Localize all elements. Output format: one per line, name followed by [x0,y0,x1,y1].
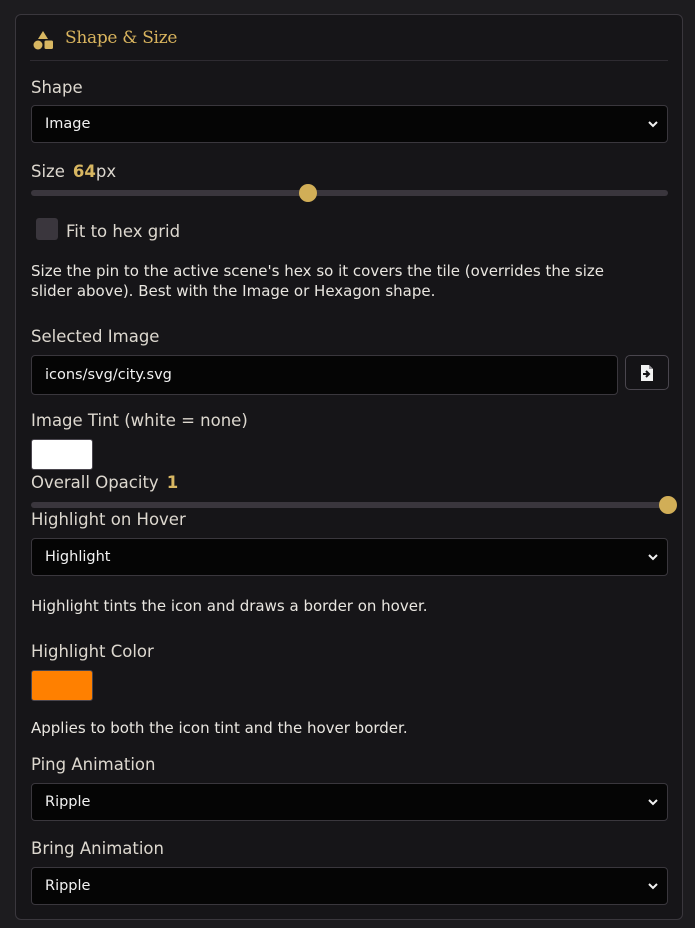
highlight-color-help: Applies to both the icon tint and the ho… [31,719,408,737]
fit-hex-help: Size the pin to the active scene's hex s… [31,261,661,301]
opacity-label-text: Overall Opacity [31,473,159,492]
opacity-label: Overall Opacity 1 [31,473,178,492]
hover-help: Highlight tints the icon and draws a bor… [31,597,428,615]
file-picker-button[interactable] [625,355,669,390]
chevron-down-icon [648,121,658,128]
opacity-value: 1 [166,473,179,492]
highlight-color-label: Highlight Color [31,642,154,661]
shape-size-panel: Shape & Size Shape Image Size 64px Fit to… [15,14,683,920]
ping-animation-value: Ripple [45,794,91,810]
selected-image-label: Selected Image [31,327,160,346]
size-slider-thumb[interactable] [299,184,318,202]
selected-image-input[interactable]: icons/svg/city.svg [31,355,618,395]
bring-animation-label: Bring Animation [31,839,164,858]
chevron-down-icon [648,799,658,806]
hover-select-value: Highlight [45,549,111,565]
size-slider[interactable] [31,183,668,203]
bring-animation-select[interactable]: Ripple [31,867,668,905]
highlight-color-swatch[interactable] [31,670,93,701]
file-import-icon [641,365,653,381]
fit-hex-checkbox[interactable] [36,218,58,240]
image-tint-swatch[interactable] [31,439,93,470]
shape-select-value: Image [45,116,91,132]
panel-header: Shape & Size [30,15,668,61]
panel-title: Shape & Size [65,28,178,48]
opacity-slider-thumb[interactable] [659,496,677,514]
shapes-icon [33,31,53,50]
size-slider-track [31,190,668,196]
hover-select[interactable]: Highlight [31,538,668,576]
size-unit: px [95,162,117,181]
opacity-slider-track [31,502,668,508]
image-tint-label: Image Tint (white = none) [31,411,248,430]
size-label: Size 64px [31,162,116,181]
chevron-down-icon [648,883,658,890]
fit-hex-label: Fit to hex grid [66,222,181,241]
size-label-text: Size [31,162,65,181]
shape-label: Shape [31,78,83,97]
fit-hex-help-line-1: Size the pin to the active scene's hex s… [31,262,604,280]
ping-animation-label: Ping Animation [31,755,156,774]
shape-select[interactable]: Image [31,105,668,143]
chevron-down-icon [648,554,658,561]
fit-hex-help-line-2: slider above). Best with the Image or He… [31,282,436,300]
size-value: 64 [72,162,96,181]
ping-animation-select[interactable]: Ripple [31,783,668,821]
hover-label: Highlight on Hover [31,510,186,529]
selected-image-value: icons/svg/city.svg [45,367,172,383]
bring-animation-value: Ripple [45,878,91,894]
